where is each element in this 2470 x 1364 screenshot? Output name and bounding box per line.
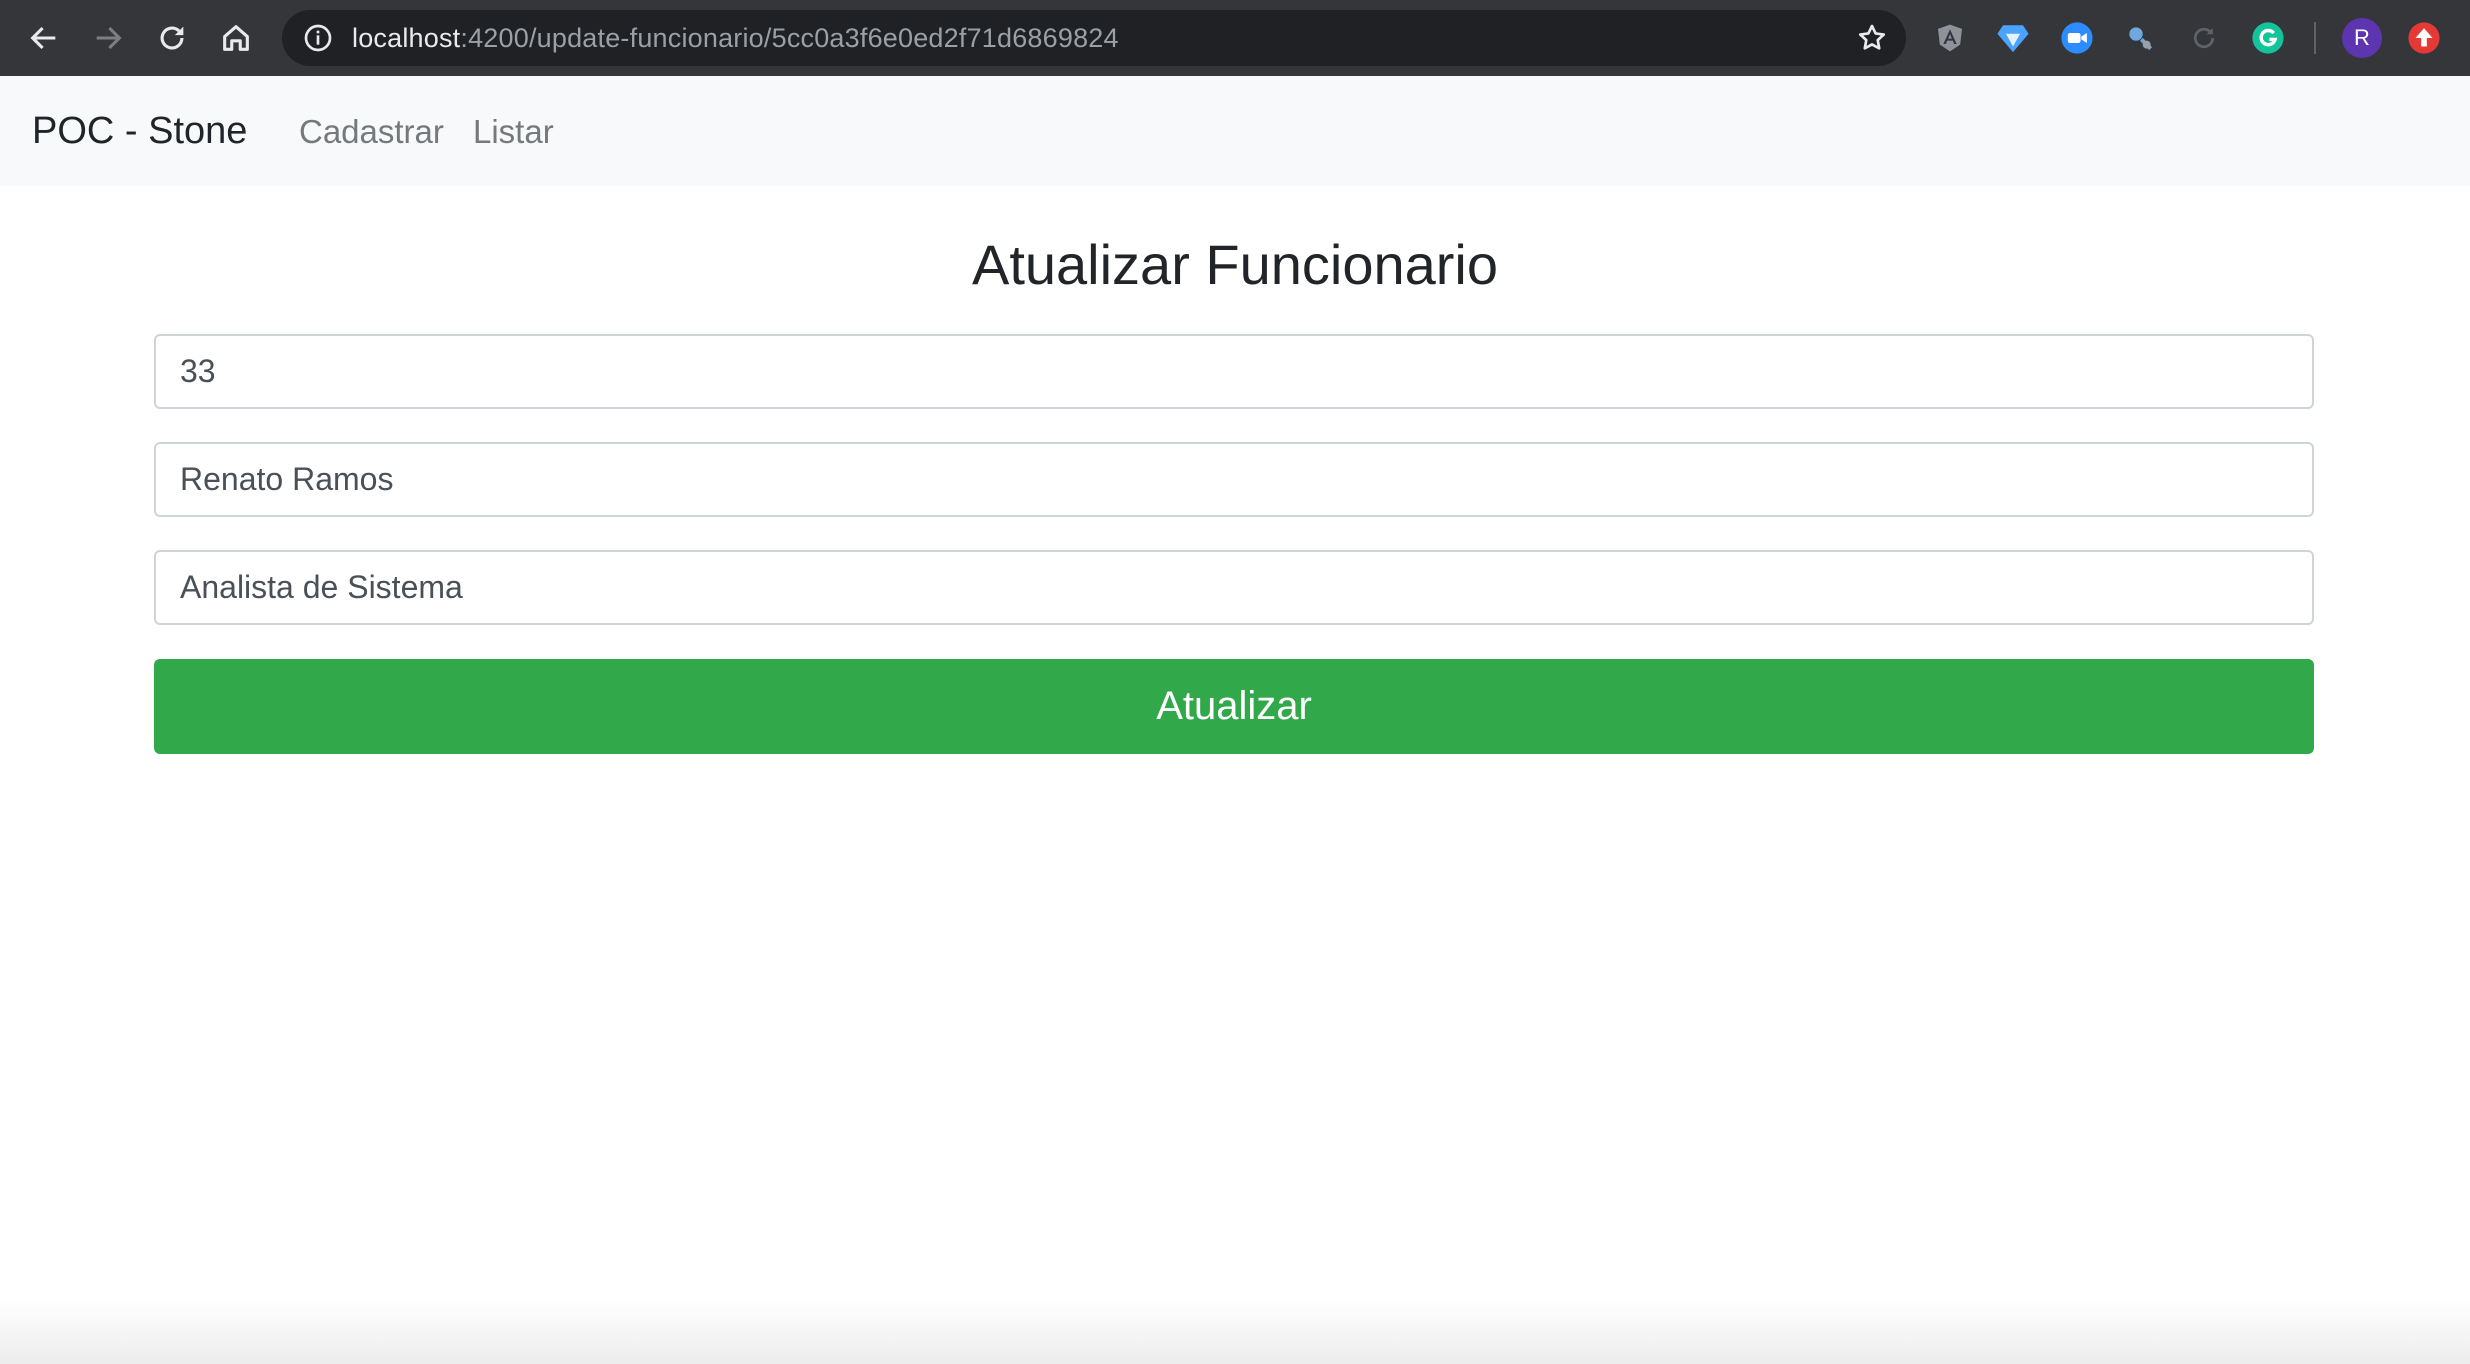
profile-avatar[interactable]: R [2342, 18, 2382, 58]
magnifier-extension-icon[interactable] [2122, 20, 2158, 56]
url-path: :4200/update-funcionario/5cc0a3f6e0ed2f7… [460, 22, 1119, 53]
star-icon[interactable] [1856, 22, 1888, 54]
reload-icon [160, 26, 184, 50]
id-field[interactable] [154, 334, 2314, 409]
angular-extension-icon[interactable] [1932, 20, 1968, 56]
url-host: localhost [352, 22, 461, 53]
name-field[interactable] [154, 442, 2314, 517]
grammarly-extension-icon[interactable] [2250, 20, 2286, 56]
back-button[interactable] [12, 0, 76, 76]
forward-button[interactable] [76, 0, 140, 76]
zoom-extension-icon[interactable] [2059, 20, 2095, 56]
navbar-brand[interactable]: POC - Stone [32, 110, 247, 153]
toolbar-divider [2314, 22, 2316, 54]
upload-extension-icon[interactable] [2406, 20, 2442, 56]
address-bar[interactable]: localhost:4200/update-funcionario/5cc0a3… [282, 10, 1906, 66]
diamond-extension-icon[interactable] [1995, 20, 2031, 56]
reload-button[interactable] [140, 0, 204, 76]
nav-link-cadastrar[interactable]: Cadastrar [299, 113, 444, 151]
app-navbar: POC - Stone Cadastrar Listar [0, 76, 2470, 186]
arrow-right-icon [96, 26, 122, 50]
role-field[interactable] [154, 550, 2314, 625]
page-title: Atualizar Funcionario [971, 233, 1499, 296]
arrow-left-icon [30, 26, 56, 50]
home-button[interactable] [204, 0, 268, 76]
page-bottom-shade [0, 1300, 2470, 1364]
update-button[interactable]: Atualizar [154, 659, 2314, 754]
home-icon [223, 25, 249, 51]
browser-toolbar: localhost:4200/update-funcionario/5cc0a3… [0, 0, 2470, 76]
nav-link-listar[interactable]: Listar [473, 113, 554, 151]
url-text: localhost:4200/update-funcionario/5cc0a3… [352, 23, 1119, 54]
sync-extension-icon[interactable] [2186, 20, 2222, 56]
info-icon[interactable] [302, 22, 334, 54]
